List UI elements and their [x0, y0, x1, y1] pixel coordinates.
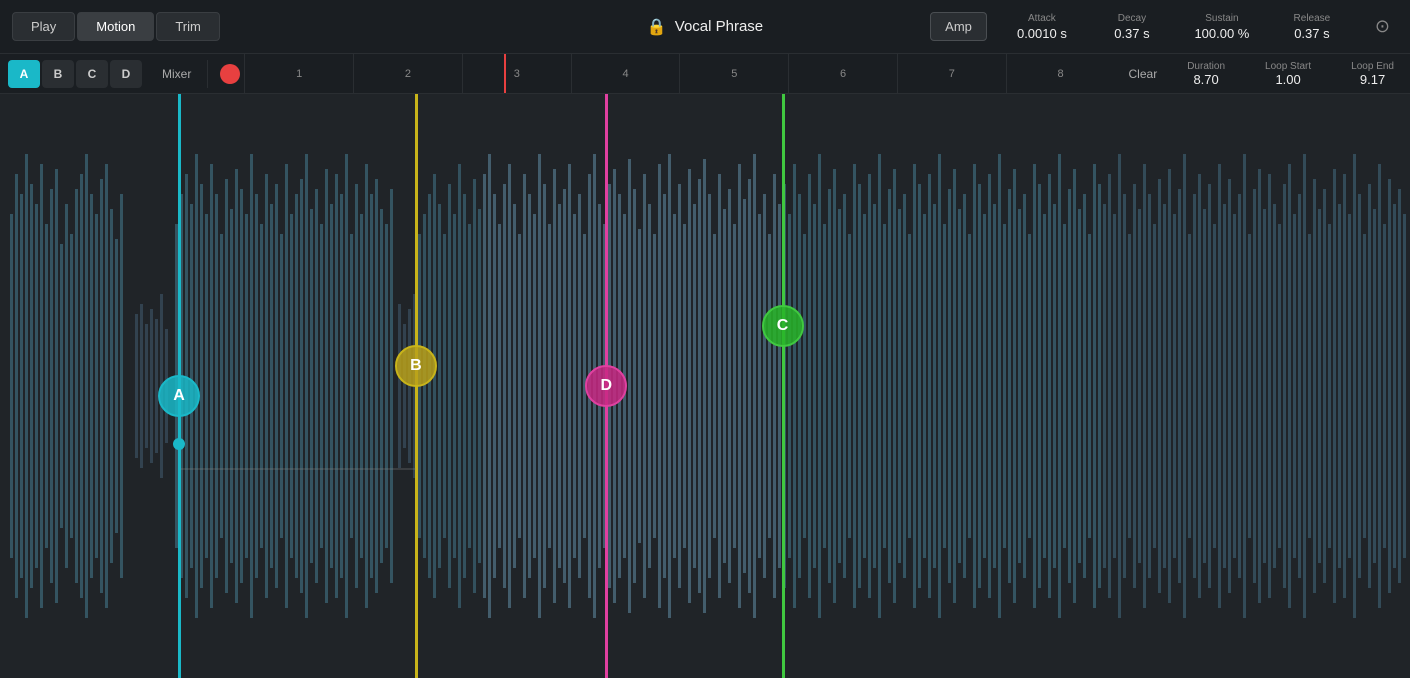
ruler-tick-2: 2 — [353, 54, 462, 93]
amp-button[interactable]: Amp — [930, 12, 987, 41]
release-label: Release — [1294, 13, 1331, 24]
page-title: Vocal Phrase — [675, 18, 763, 35]
ruler-tick-7: 7 — [897, 54, 1006, 93]
play-button[interactable]: Play — [12, 12, 75, 41]
clear-button[interactable]: Clear — [1115, 62, 1172, 86]
waveform-svg — [0, 94, 1410, 678]
mixer-button[interactable]: Mixer — [150, 62, 203, 86]
transport-buttons: Play Motion Trim — [12, 12, 220, 41]
attack-value[interactable]: 0.0010 s — [1017, 26, 1067, 41]
loop-start-value[interactable]: 1.00 — [1275, 72, 1300, 87]
loop-info: Duration 8.70 Loop Start 1.00 Loop End 9… — [1171, 61, 1410, 87]
second-bar: A B C D Mixer 1 2 3 4 5 6 7 8 Clear Dura… — [0, 54, 1410, 94]
marker-c[interactable]: C — [762, 305, 804, 347]
marker-c-label: C — [777, 317, 789, 335]
release-value[interactable]: 0.37 s — [1294, 26, 1329, 41]
sustain-value[interactable]: 100.00 % — [1194, 26, 1249, 41]
loop-start-group: Loop Start 1.00 — [1265, 61, 1311, 87]
more-options-button[interactable]: ⊙ — [1367, 12, 1398, 41]
marker-d[interactable]: D — [585, 365, 627, 407]
marker-a-label: A — [173, 387, 185, 405]
title-section: 🔒 Vocal Phrase — [647, 17, 763, 37]
scene-tab-b[interactable]: B — [42, 60, 74, 88]
ruler-area: 1 2 3 4 5 6 7 8 Clear — [244, 54, 1171, 93]
trim-button[interactable]: Trim — [156, 12, 220, 41]
ruler-tick-8: 8 — [1006, 54, 1115, 93]
marker-b[interactable]: B — [395, 345, 437, 387]
marker-a[interactable]: A — [158, 375, 200, 417]
loop-start-label: Loop Start — [1265, 61, 1311, 72]
ruler-tick-4: 4 — [571, 54, 680, 93]
release-param: Release 0.37 s — [1277, 13, 1347, 41]
marker-line-green — [783, 94, 785, 678]
playhead-ruler — [504, 54, 506, 93]
ruler-numbers: 1 2 3 4 5 6 7 8 — [244, 54, 1114, 93]
ruler-tick-6: 6 — [788, 54, 897, 93]
record-button[interactable] — [220, 64, 240, 84]
loop-end-group: Loop End 9.17 — [1351, 61, 1394, 87]
marker-b-label: B — [410, 357, 422, 375]
duration-label: Duration — [1187, 61, 1225, 72]
duration-group: Duration 8.70 — [1187, 61, 1225, 87]
scene-tab-c[interactable]: C — [76, 60, 108, 88]
top-bar: Play Motion Trim 🔒 Vocal Phrase Amp Atta… — [0, 0, 1410, 54]
motion-button[interactable]: Motion — [77, 12, 154, 41]
loop-end-value[interactable]: 9.17 — [1360, 72, 1385, 87]
decay-param: Decay 0.37 s — [1097, 13, 1167, 41]
sustain-label: Sustain — [1205, 13, 1238, 24]
lock-icon: 🔒 — [647, 17, 667, 37]
ruler-tick-1: 1 — [244, 54, 353, 93]
marker-d-label: D — [601, 377, 613, 395]
sustain-param: Sustain 100.00 % — [1187, 13, 1257, 41]
decay-label: Decay — [1118, 13, 1146, 24]
scene-tabs: A B C D — [8, 60, 150, 88]
decay-value[interactable]: 0.37 s — [1114, 26, 1149, 41]
duration-value[interactable]: 8.70 — [1193, 72, 1218, 87]
loop-end-label: Loop End — [1351, 61, 1394, 72]
ruler-tick-3: 3 — [462, 54, 571, 93]
scene-tab-d[interactable]: D — [110, 60, 142, 88]
attack-label: Attack — [1028, 13, 1056, 24]
right-controls: Amp Attack 0.0010 s Decay 0.37 s Sustain… — [930, 12, 1398, 41]
attack-param: Attack 0.0010 s — [1007, 13, 1077, 41]
scene-tab-a[interactable]: A — [8, 60, 40, 88]
ruler-tick-5: 5 — [679, 54, 788, 93]
waveform-area: 2 1 2 2 2 3 2 4 3 1 3 2 — [0, 94, 1410, 678]
